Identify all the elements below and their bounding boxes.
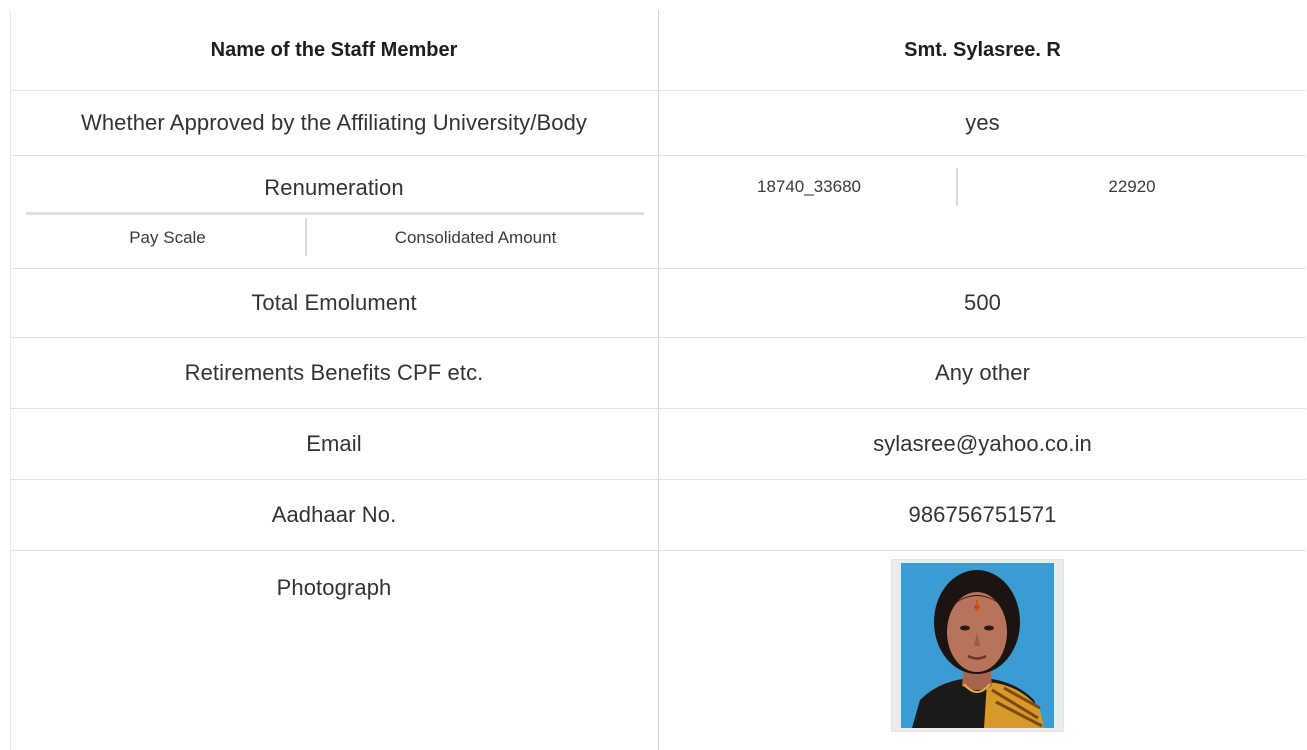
- photograph-label: Photograph: [276, 575, 392, 600]
- consolidated-amount-label: Consolidated Amount: [394, 228, 557, 247]
- retirement-benefits-label: Retirements Benefits CPF etc.: [184, 360, 484, 385]
- aadhaar-label: Aadhaar No.: [271, 502, 397, 527]
- header-value: Smt. Sylasree. R: [904, 38, 1061, 61]
- header-label: Name of the Staff Member: [210, 38, 458, 61]
- staff-details-table: Name of the Staff Member Smt. Sylasree. …: [10, 10, 1306, 750]
- approved-value: yes: [965, 110, 1000, 135]
- staff-photograph: [891, 559, 1064, 732]
- pay-scale-value: 18740_33680: [756, 177, 861, 196]
- row-divider: [10, 155, 1306, 156]
- approved-label: Whether Approved by the Affiliating Univ…: [80, 110, 588, 135]
- renumeration-subheader-line: [26, 212, 644, 215]
- email-value: sylasree@yahoo.co.in: [873, 431, 1092, 456]
- aadhaar-value: 986756751571: [908, 502, 1057, 527]
- email-label: Email: [306, 431, 362, 456]
- total-emolument-label: Total Emolument: [251, 290, 417, 315]
- portrait-image: [892, 560, 1063, 731]
- retirement-benefits-value: Any other: [934, 360, 1031, 385]
- renumeration-label: Renumeration: [264, 175, 404, 200]
- pay-scale-label: Pay Scale: [129, 228, 206, 247]
- row-divider: [10, 550, 1306, 551]
- consolidated-amount-value: 22920: [1108, 177, 1156, 196]
- total-emolument-value: 500: [963, 290, 1001, 315]
